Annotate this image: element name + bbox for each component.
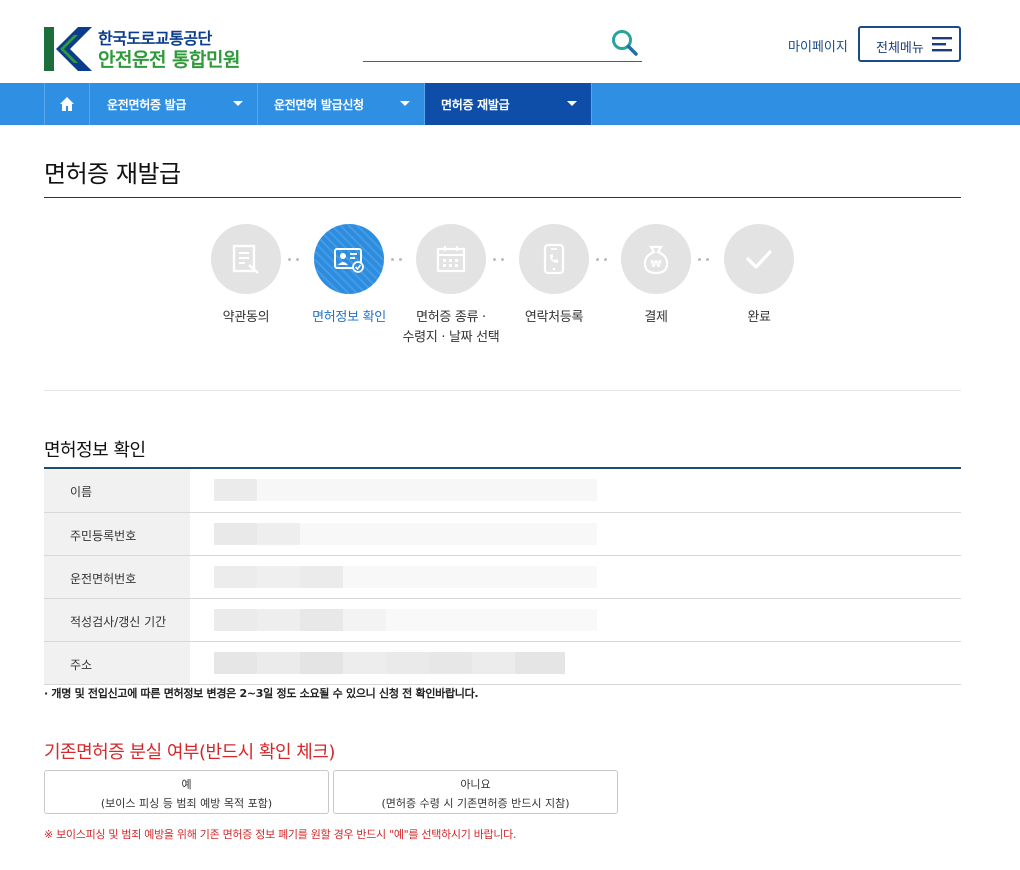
row-header: 주민등록번호 — [44, 513, 190, 555]
step-circle — [724, 224, 794, 294]
step-circle — [416, 224, 486, 294]
step-connector — [698, 258, 718, 262]
home-icon — [60, 97, 74, 111]
step-connector — [493, 258, 513, 262]
mypage-link[interactable]: 마이페이지 — [788, 36, 848, 55]
step-circle-active — [314, 224, 384, 294]
nav-home-button[interactable] — [44, 83, 90, 125]
nav-item-license-issue[interactable]: 운전면허증 발급 — [91, 83, 258, 125]
license-info-notice: · 개명 및 전입신고에 따른 면허정보 변경은 2~3일 정도 소요될 수 있… — [44, 687, 479, 700]
nav-item-label: 면허증 재발급 — [441, 98, 510, 112]
nav-item-reissue[interactable]: 면허증 재발급 — [425, 83, 592, 125]
lost-yes-button[interactable]: 예 (보이스 피싱 등 범죄 예방 목적 포함) — [44, 770, 329, 814]
title-divider — [44, 197, 961, 198]
chevron-down-icon — [567, 101, 577, 106]
svg-text:₩: ₩ — [650, 259, 661, 270]
phone-icon — [543, 243, 565, 275]
choice-label: 예 — [181, 778, 192, 791]
table-row: 주민등록번호 — [44, 513, 961, 556]
search-icon[interactable] — [610, 28, 640, 58]
row-label: 이름 — [70, 485, 93, 499]
row-label: 운전면허번호 — [70, 572, 137, 586]
row-label: 주민등록번호 — [70, 529, 137, 543]
lost-check-title: 기존면허증 분실 여부(반드시 확인 체크) — [44, 742, 335, 763]
row-label: 주소 — [70, 658, 93, 672]
site-logo[interactable]: 한국도로교통공단 안전운전 통합민원 — [44, 25, 254, 73]
step-label-line: 면허증 종류 · — [416, 310, 486, 325]
logo-service-name: 안전운전 통합민원 — [98, 49, 240, 71]
check-icon — [746, 250, 772, 269]
search-box — [363, 26, 642, 62]
site-header: 한국도로교통공단 안전운전 통합민원 마이페이지 전체메뉴 — [0, 0, 1020, 83]
table-row: 적성검사/갱신 기간 — [44, 599, 961, 642]
row-header: 이름 — [44, 469, 190, 512]
nav-item-label: 운전면허증 발급 — [107, 98, 187, 112]
lost-no-button[interactable]: 아니요 (면허증 수령 시 기존면허증 반드시 지참) — [333, 770, 618, 814]
row-header: 적성검사/갱신 기간 — [44, 599, 190, 641]
step-connector — [288, 258, 308, 262]
row-header: 운전면허번호 — [44, 556, 190, 598]
all-menu-label: 전체메뉴 — [876, 41, 924, 56]
license-info-title: 면허정보 확인 — [44, 440, 146, 461]
document-edit-icon — [232, 244, 259, 274]
step-circle: ₩ — [621, 224, 691, 294]
search-input[interactable] — [363, 26, 603, 60]
table-row: 주소 — [44, 642, 961, 685]
step-label: 완료 — [747, 310, 771, 325]
all-menu-button[interactable]: 전체메뉴 — [858, 26, 961, 62]
choice-label: 아니요 — [460, 778, 491, 791]
id-card-check-icon — [334, 248, 364, 273]
nav-item-label: 운전면허 발급신청 — [274, 98, 364, 112]
step-circle — [519, 224, 589, 294]
step-connector — [391, 258, 411, 262]
step-label-line: 수령지 · 날짜 선택 — [402, 330, 500, 345]
step-connector — [596, 258, 616, 262]
table-row: 운전면허번호 — [44, 556, 961, 599]
koroad-logo-icon — [44, 27, 92, 71]
table-row: 이름 — [44, 469, 961, 513]
main-nav: 운전면허증 발급 운전면허 발급신청 면허증 재발급 — [0, 83, 1020, 125]
calendar-icon — [436, 246, 466, 273]
money-bag-icon: ₩ — [643, 245, 669, 275]
row-label: 적성검사/갱신 기간 — [70, 615, 167, 629]
chevron-down-icon — [400, 101, 410, 106]
page-title: 면허증 재발급 — [44, 160, 181, 188]
license-info-table: 이름 주민등록번호 운전면허번호 적성검사/갱신 기간 주소 — [44, 467, 961, 685]
choice-sublabel: (면허증 수령 시 기존면허증 반드시 지참) — [381, 797, 570, 810]
hamburger-icon — [932, 37, 952, 52]
lost-check-warning: ※ 보이스피싱 및 범죄 예방을 위해 기존 면허증 정보 폐기를 원할 경우 … — [44, 828, 517, 841]
section-divider — [44, 390, 961, 391]
chevron-down-icon — [233, 101, 243, 106]
row-header: 주소 — [44, 642, 190, 684]
nav-item-license-apply[interactable]: 운전면허 발급신청 — [258, 83, 425, 125]
step-circle — [211, 224, 281, 294]
choice-sublabel: (보이스 피싱 등 범죄 예방 목적 포함) — [100, 797, 273, 810]
